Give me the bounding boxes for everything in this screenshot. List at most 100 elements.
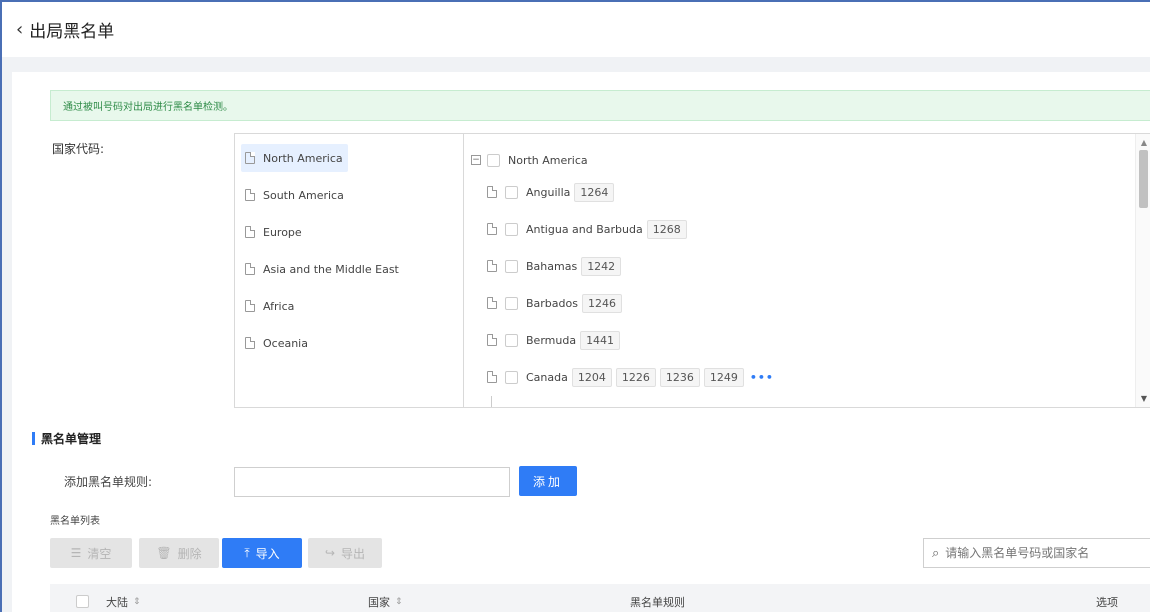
scroll-up-icon[interactable]: ▲	[1141, 138, 1147, 147]
country-checkbox[interactable]	[505, 333, 518, 347]
file-icon	[245, 152, 255, 164]
column-options-label: 选项	[1096, 595, 1118, 609]
code-tag: 1268	[646, 219, 687, 239]
code-tag: 1249	[703, 367, 744, 387]
scroll-down-icon[interactable]: ▼	[1141, 394, 1147, 403]
country-list: − North America Anguilla 1264 Antigua an…	[465, 134, 1150, 407]
code-tag: 1242	[581, 256, 622, 276]
blacklist-list-label: 黑名单列表	[50, 516, 100, 527]
region-item-north-america[interactable]: North America	[241, 144, 348, 172]
region-label: South America	[263, 188, 344, 202]
column-country-label: 国家	[368, 595, 390, 609]
country-code-label: 国家代码:	[52, 142, 105, 156]
add-button[interactable]: 添加	[519, 466, 577, 496]
app-frame: ‹ 出局黑名单 通过被叫号码对出局进行黑名单检测。 国家代码: North Am…	[0, 0, 1150, 612]
page-title: 出局黑名单	[29, 22, 115, 42]
country-checkbox[interactable]	[505, 222, 518, 236]
country-row-bahamas: Bahamas 1242	[487, 254, 622, 278]
section-title-text: 黑名单管理	[41, 432, 102, 446]
export-button-label: 导出	[341, 546, 366, 561]
tree-guide-line	[491, 396, 492, 407]
file-icon	[487, 371, 497, 383]
code-tag: 1264	[574, 182, 615, 202]
code-tag: 1204	[571, 367, 612, 387]
code-tag: 1236	[659, 367, 700, 387]
import-button-label: 导入	[255, 546, 280, 561]
trash-icon: 🗑	[156, 546, 172, 560]
scroll-thumb[interactable]	[1139, 150, 1148, 208]
page-header: ‹ 出局黑名单	[2, 2, 1150, 57]
region-item-south-america[interactable]: South America	[241, 181, 349, 209]
file-icon	[487, 260, 497, 272]
region-item-oceania[interactable]: Oceania	[241, 329, 313, 357]
country-name: Canada	[526, 370, 568, 384]
column-options: 选项	[1096, 594, 1118, 610]
delete-button-label: 删除	[177, 546, 202, 561]
file-icon	[245, 337, 255, 349]
region-label: North America	[263, 151, 343, 165]
column-continent[interactable]: 大陆 ⇕	[106, 594, 141, 610]
region-item-africa[interactable]: Africa	[241, 292, 299, 320]
file-icon	[487, 297, 497, 309]
clear-button-label: 清空	[87, 546, 112, 561]
column-rule-label: 黑名单规则	[630, 595, 685, 609]
root-checkbox[interactable]	[487, 153, 500, 167]
tree-scrollbar[interactable]: ▲ ▼	[1135, 134, 1150, 407]
search-input[interactable]	[945, 546, 1126, 560]
file-icon	[487, 186, 497, 198]
file-icon	[245, 189, 255, 201]
country-name: Anguilla	[526, 185, 571, 199]
more-codes-icon[interactable]: •••	[750, 371, 774, 384]
table-header: 大陆 ⇕ 国家 ⇕ 黑名单规则 选项	[50, 584, 1150, 612]
country-row-canada: Canada 1204 1226 1236 1249 •••	[487, 365, 774, 389]
country-name: Antigua and Barbuda	[526, 222, 643, 236]
add-rule-input[interactable]	[234, 467, 510, 497]
export-icon: ↪	[324, 546, 336, 560]
clear-list-icon: ☰	[70, 546, 82, 560]
code-tag: 1246	[581, 293, 622, 313]
column-rule: 黑名单规则	[630, 594, 685, 610]
country-row-anguilla: Anguilla 1264	[487, 180, 615, 204]
country-checkbox[interactable]	[505, 185, 518, 199]
region-item-europe[interactable]: Europe	[241, 218, 307, 246]
region-label: Oceania	[263, 336, 308, 350]
chevron-left-icon[interactable]: ‹	[16, 20, 23, 39]
country-row-barbados: Barbados 1246	[487, 291, 622, 315]
column-country[interactable]: 国家 ⇕	[368, 594, 403, 610]
country-row-bermuda: Bermuda 1441	[487, 328, 621, 352]
file-icon	[487, 334, 497, 346]
code-tag: 1441	[580, 330, 621, 350]
select-all-checkbox[interactable]	[76, 595, 89, 608]
main-content: 通过被叫号码对出局进行黑名单检测。 国家代码: North America So…	[12, 72, 1150, 612]
collapse-icon[interactable]: −	[471, 155, 481, 165]
country-checkbox[interactable]	[505, 296, 518, 310]
upload-icon: ⤒	[244, 545, 250, 560]
clear-button[interactable]: ☰ 清空	[50, 538, 132, 568]
delete-button[interactable]: 🗑 删除	[139, 538, 219, 568]
import-button[interactable]: ⤒ 导入	[222, 538, 302, 568]
region-label: Asia and the Middle East	[263, 262, 399, 276]
tree-root-label: North America	[508, 153, 588, 167]
section-accent-bar	[32, 432, 35, 445]
search-icon: ⌕	[932, 545, 940, 561]
add-rule-label: 添加黑名单规则:	[64, 475, 153, 489]
country-checkbox[interactable]	[505, 370, 518, 384]
country-name: Bermuda	[526, 333, 577, 347]
file-icon	[487, 223, 497, 235]
region-label: Europe	[263, 225, 302, 239]
sort-icon[interactable]: ⇕	[395, 597, 403, 607]
section-title: 黑名单管理	[32, 430, 101, 447]
region-list: North America South America Europe Asia …	[235, 134, 464, 407]
export-button[interactable]: ↪ 导出	[308, 538, 382, 568]
file-icon	[245, 263, 255, 275]
region-label: Africa	[263, 299, 295, 313]
search-box[interactable]: ⌕	[923, 538, 1150, 568]
region-item-asia[interactable]: Asia and the Middle East	[241, 255, 404, 283]
sort-icon[interactable]: ⇕	[133, 597, 141, 607]
code-tag: 1226	[615, 367, 656, 387]
country-name: Bahamas	[526, 259, 578, 273]
file-icon	[245, 300, 255, 312]
country-name: Barbados	[526, 296, 578, 310]
country-checkbox[interactable]	[505, 259, 518, 273]
country-code-tree: North America South America Europe Asia …	[234, 133, 1150, 408]
